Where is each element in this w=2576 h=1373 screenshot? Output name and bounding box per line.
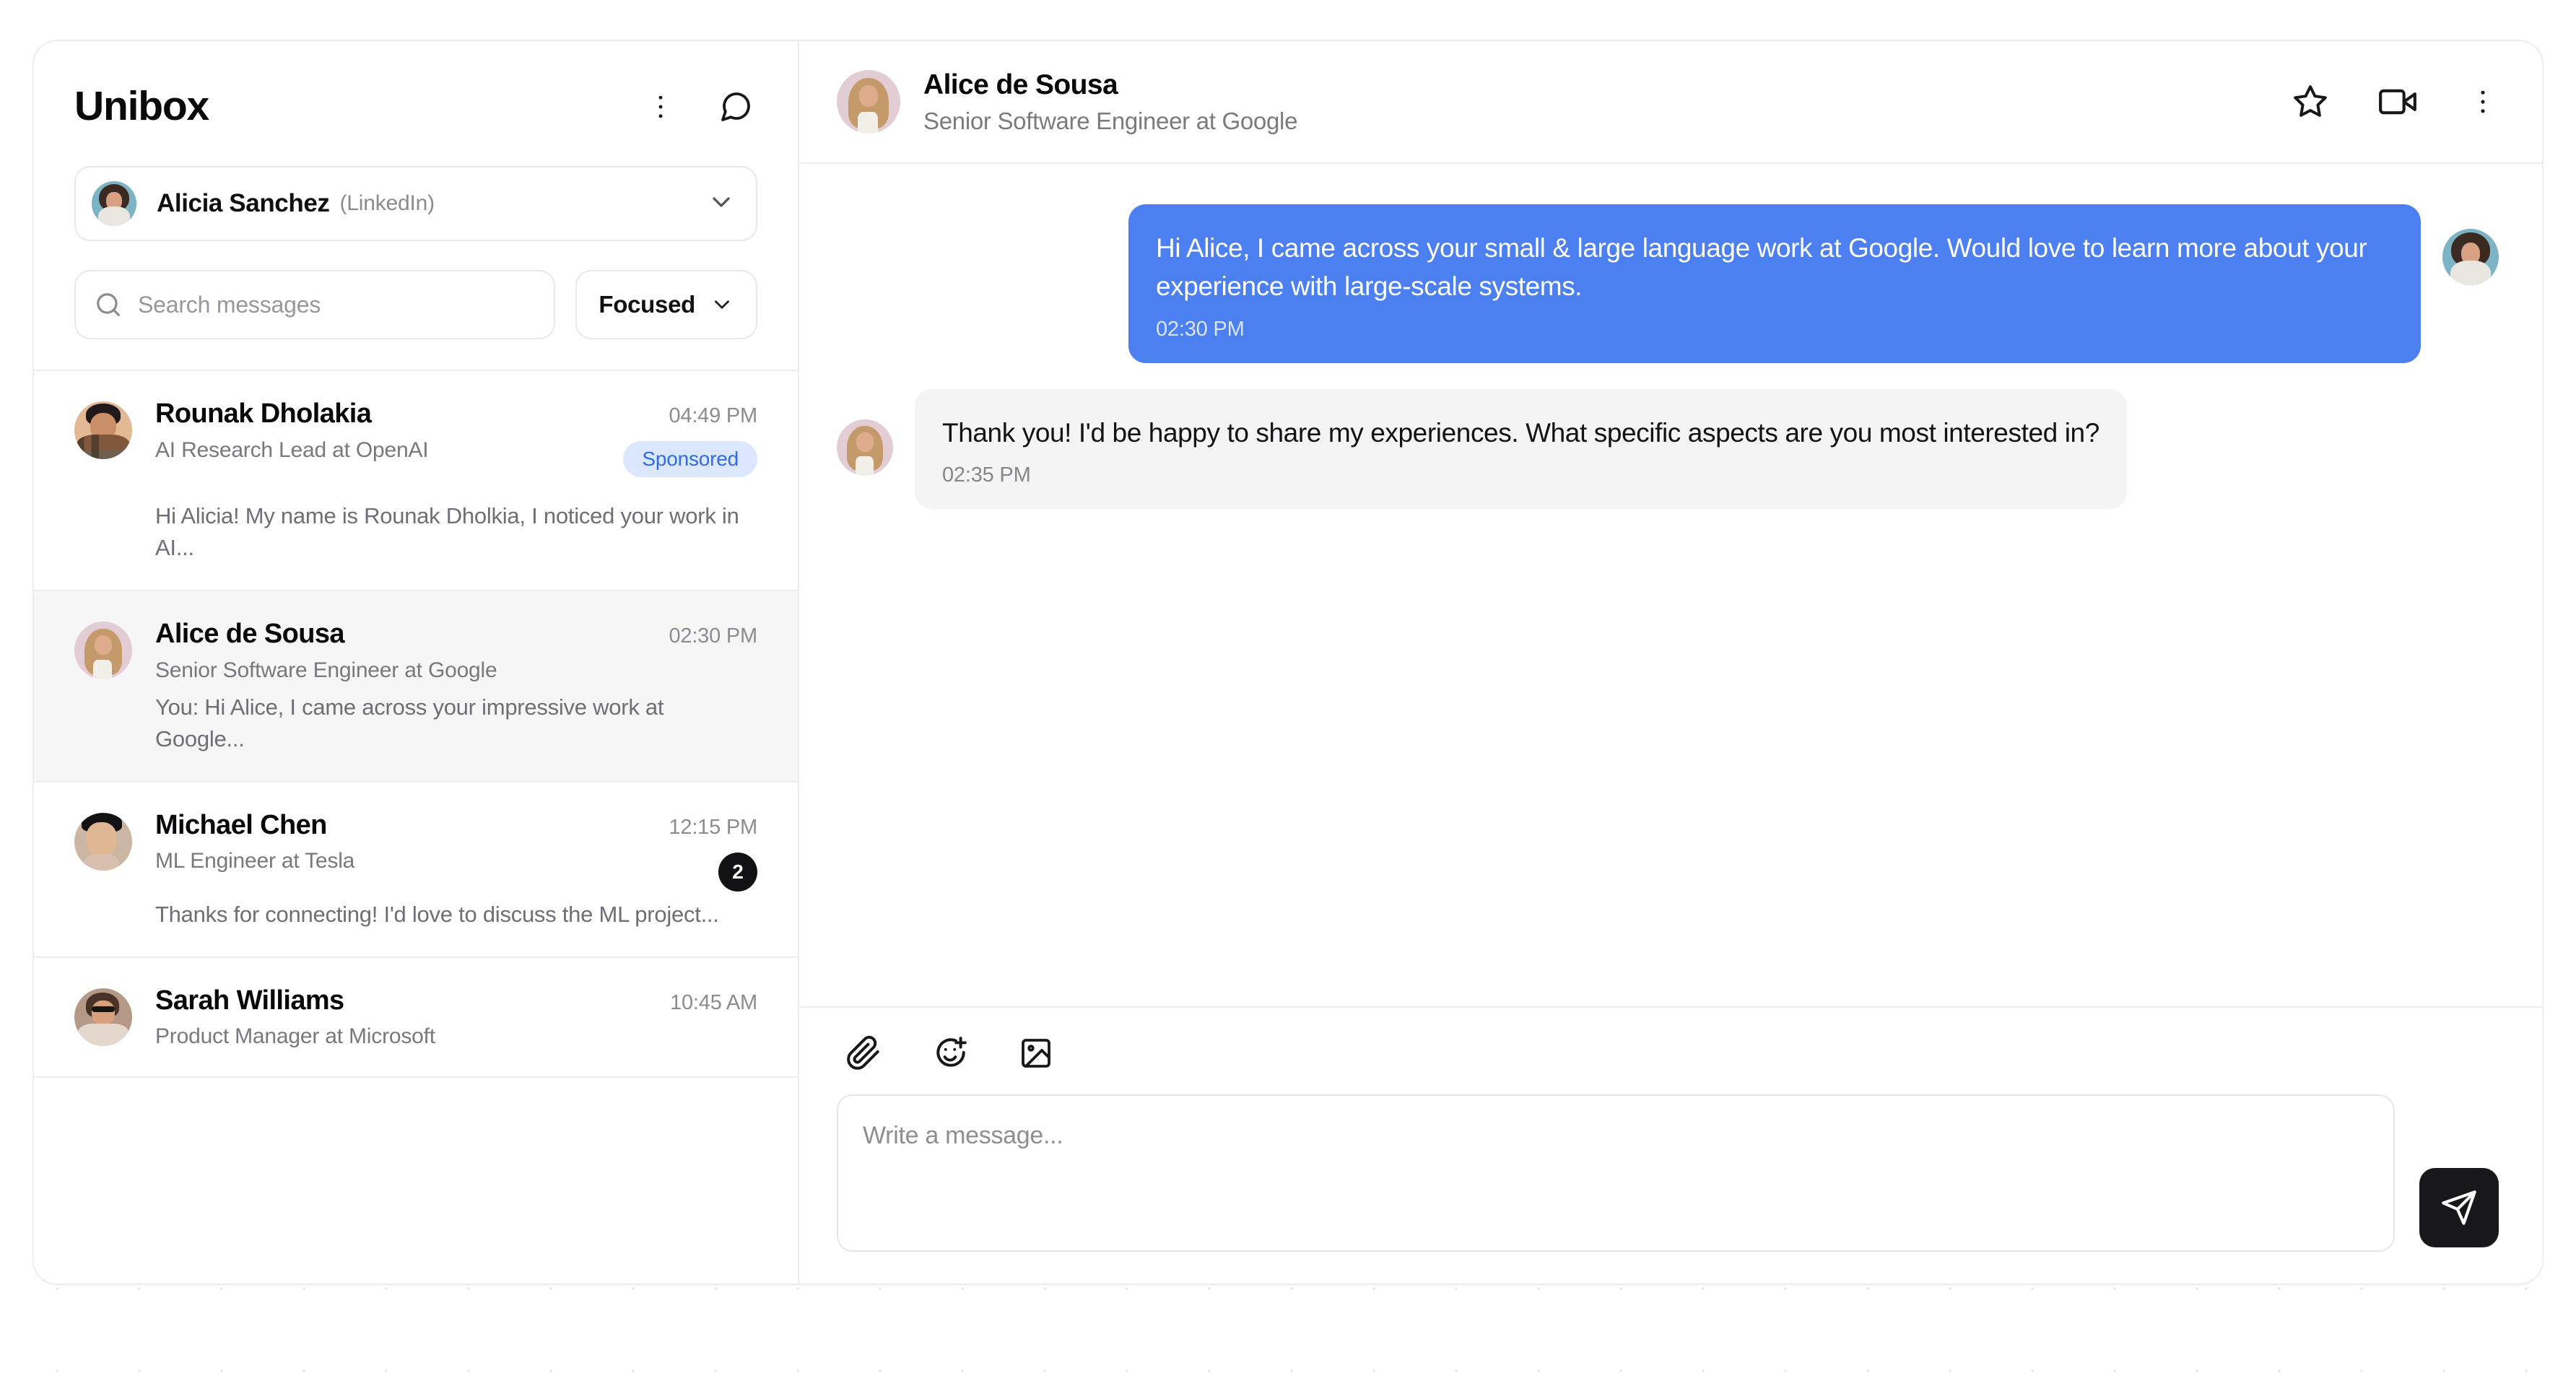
image-icon[interactable]	[1019, 1036, 1053, 1071]
avatar	[74, 622, 132, 680]
unread-count-badge: 2	[718, 852, 757, 892]
message-composer	[799, 1006, 2542, 1283]
chat-header: Alice de Sousa Senior Software Engineer …	[799, 41, 2542, 164]
smile-plus-icon[interactable]	[932, 1035, 968, 1071]
unibox-app-card: Unibox Alicia Sanchez (LinkedIn) Search …	[32, 40, 2544, 1285]
account-name: Alicia Sanchez	[157, 189, 330, 217]
conversation-name: Rounak Dholakia	[155, 398, 372, 429]
conversation-list: Rounak Dholakia AI Research Lead at Open…	[34, 370, 798, 1283]
filter-label: Focused	[599, 291, 695, 318]
message-row-outgoing: Hi Alice, I came across your small & lar…	[837, 204, 2499, 363]
sidebar-header-actions	[645, 90, 757, 124]
status-badge: Sponsored	[623, 441, 757, 477]
search-box[interactable]	[74, 270, 556, 339]
list-item[interactable]: Michael Chen ML Engineer at Tesla 12:15 …	[34, 782, 798, 958]
avatar	[92, 181, 136, 226]
send-icon	[2440, 1189, 2478, 1226]
conversation-role: ML Engineer at Tesla	[155, 849, 355, 873]
list-item[interactable]: Alice de Sousa Senior Software Engineer …	[34, 591, 798, 783]
search-and-filter-row: Focused	[74, 270, 757, 339]
message-row-incoming: Thank you! I'd be happy to share my expe…	[837, 388, 2499, 509]
conversation-role: AI Research Lead at OpenAI	[155, 437, 429, 462]
page-title: Unibox	[74, 83, 209, 129]
filter-dropdown[interactable]: Focused	[575, 270, 757, 339]
conversation-preview: Hi Alicia! My name is Rounak Dholkia, I …	[155, 503, 739, 561]
search-icon	[95, 291, 122, 318]
avatar	[74, 988, 132, 1046]
account-provider: (LinkedIn)	[339, 191, 435, 215]
avatar	[74, 812, 132, 871]
message-bubble-sent: Hi Alice, I came across your small & lar…	[1128, 204, 2421, 363]
message-timestamp: 02:30 PM	[1156, 317, 1245, 341]
sidebar-header: Unibox	[34, 41, 798, 127]
conversation-preview: Thanks for connecting! I'd love to discu…	[155, 901, 719, 927]
video-camera-icon[interactable]	[2379, 83, 2416, 121]
search-input[interactable]	[138, 291, 536, 318]
message-text: Hi Alice, I came across your small & lar…	[1156, 233, 2367, 302]
more-vertical-icon[interactable]	[645, 91, 676, 123]
message-input[interactable]	[837, 1094, 2395, 1252]
list-item[interactable]: Rounak Dholakia AI Research Lead at Open…	[34, 371, 798, 592]
message-text: Thank you! I'd be happy to share my expe…	[942, 417, 2099, 448]
list-item[interactable]: Sarah Williams Product Manager at Micros…	[34, 957, 798, 1078]
avatar	[74, 401, 132, 459]
chat-header-actions	[2292, 83, 2499, 121]
avatar	[2442, 229, 2499, 285]
chat-contact-name: Alice de Sousa	[923, 69, 1118, 100]
conversation-role: Product Manager at Microsoft	[155, 1024, 435, 1049]
send-button[interactable]	[2419, 1168, 2499, 1247]
conversation-panel: Alice de Sousa Senior Software Engineer …	[799, 41, 2542, 1283]
composer-input-row	[837, 1094, 2499, 1252]
chevron-down-icon	[710, 292, 734, 317]
conversation-time: 02:30 PM	[669, 624, 757, 648]
avatar	[837, 419, 893, 476]
paperclip-icon[interactable]	[845, 1035, 882, 1071]
chat-contact-role: Senior Software Engineer at Google	[923, 107, 1298, 134]
avatar	[837, 70, 900, 134]
star-icon[interactable]	[2292, 84, 2328, 120]
conversation-role: Senior Software Engineer at Google	[155, 658, 497, 682]
conversation-time: 10:45 AM	[670, 990, 757, 1014]
account-selector[interactable]: Alicia Sanchez (LinkedIn)	[74, 166, 757, 241]
more-vertical-icon[interactable]	[2467, 86, 2499, 118]
message-timestamp: 02:35 PM	[942, 463, 1031, 487]
conversation-name: Michael Chen	[155, 809, 327, 840]
conversation-name: Alice de Sousa	[155, 619, 345, 650]
message-thread: Hi Alice, I came across your small & lar…	[799, 164, 2542, 1006]
message-square-icon[interactable]	[718, 90, 753, 124]
composer-toolbar	[837, 1035, 2499, 1071]
message-bubble-received: Thank you! I'd be happy to share my expe…	[915, 388, 2127, 509]
conversation-time: 12:15 PM	[669, 815, 757, 839]
conversation-preview: You: Hi Alice, I came across your impres…	[155, 694, 664, 751]
conversation-name: Sarah Williams	[155, 985, 344, 1016]
conversation-time: 04:49 PM	[669, 404, 757, 427]
inbox-sidebar: Unibox Alicia Sanchez (LinkedIn) Search …	[34, 41, 799, 1283]
chevron-down-icon	[707, 188, 736, 220]
